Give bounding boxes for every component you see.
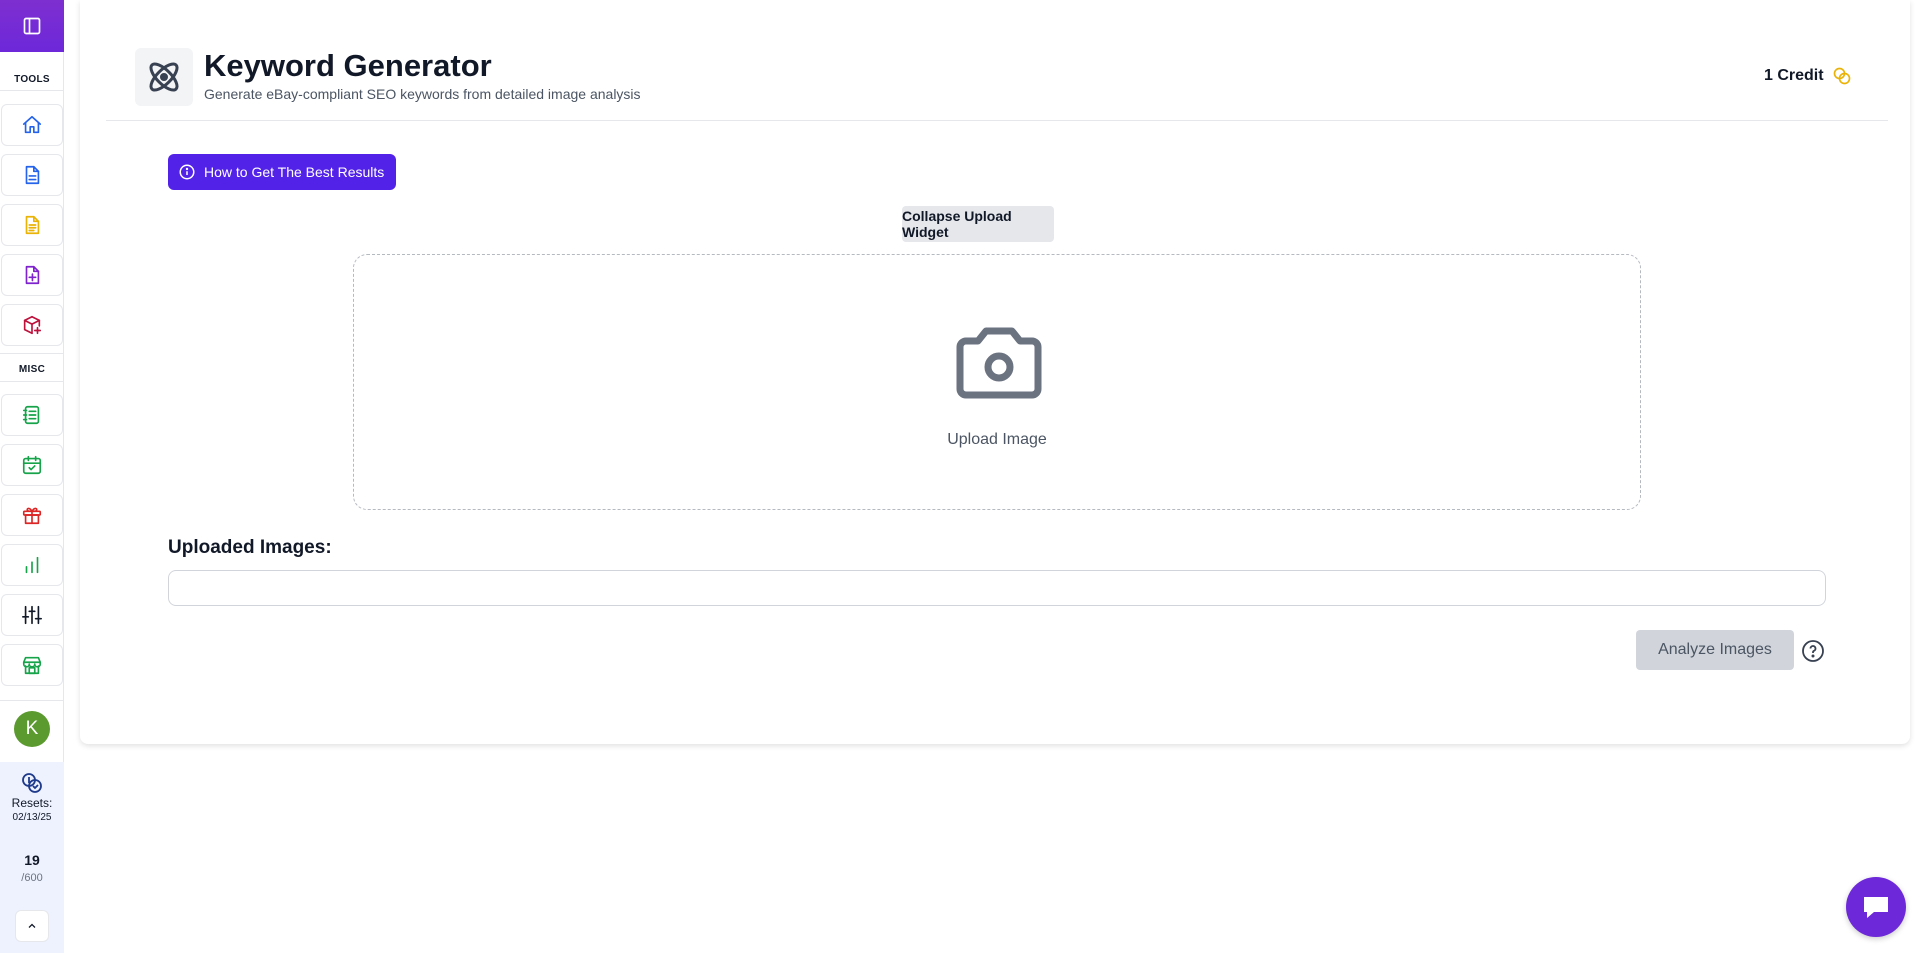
collapse-upload-button[interactable]: Collapse Upload Widget bbox=[902, 206, 1054, 242]
sidebar-divider bbox=[0, 90, 64, 91]
credits-badge[interactable]: 1 Credit bbox=[1764, 66, 1852, 86]
usage-total: /600 bbox=[21, 872, 43, 884]
sidebar-divider bbox=[0, 700, 64, 701]
sidebar-item-home[interactable] bbox=[1, 104, 63, 146]
sidebar-item-settings[interactable] bbox=[1, 594, 63, 636]
page-subtitle: Generate eBay-compliant SEO keywords fro… bbox=[204, 86, 641, 102]
upload-dropzone[interactable]: Upload Image bbox=[353, 254, 1641, 510]
home-icon bbox=[22, 115, 42, 134]
app-logo bbox=[135, 48, 193, 106]
sidebar-item-document-add[interactable] bbox=[1, 254, 63, 296]
sidebar-divider bbox=[0, 353, 64, 354]
store-icon bbox=[22, 656, 42, 675]
document-text-icon bbox=[25, 215, 40, 235]
sidebar-item-document-text[interactable] bbox=[1, 204, 63, 246]
help-icon[interactable] bbox=[1801, 639, 1825, 663]
user-avatar[interactable]: K bbox=[14, 711, 50, 747]
notebook-icon bbox=[22, 405, 40, 425]
chat-button[interactable] bbox=[1846, 877, 1906, 937]
document-add-icon bbox=[25, 265, 40, 285]
atom-icon bbox=[149, 62, 179, 92]
best-results-label: How to Get The Best Results bbox=[204, 164, 385, 180]
package-add-icon bbox=[23, 315, 42, 335]
sidebar-item-gift[interactable] bbox=[1, 494, 63, 536]
document-icon bbox=[25, 165, 40, 185]
credits-label: 1 Credit bbox=[1764, 67, 1824, 84]
sidebar-divider bbox=[0, 381, 64, 382]
info-icon bbox=[179, 164, 195, 180]
sliders-icon bbox=[22, 605, 42, 625]
sidebar-section-tools: TOOLS bbox=[14, 74, 50, 85]
bar-chart-icon bbox=[25, 556, 39, 574]
sidebar-item-calendar[interactable] bbox=[1, 444, 63, 486]
sidebar-item-package-add[interactable] bbox=[1, 304, 63, 346]
sidebar-toggle-button[interactable] bbox=[0, 0, 64, 52]
sidebar-item-store[interactable] bbox=[1, 644, 63, 686]
sidebar-toggle-icon bbox=[23, 17, 41, 35]
analyze-images-button[interactable]: Analyze Images bbox=[1636, 630, 1794, 670]
resets-date: 02/13/25 bbox=[12, 812, 52, 823]
camera-icon bbox=[956, 327, 1042, 399]
sidebar: TOOLS MISC K Resets: 02/13/25 19 /600 bbox=[0, 0, 64, 953]
page-title: Keyword Generator bbox=[204, 48, 492, 83]
best-results-button[interactable]: How to Get The Best Results bbox=[168, 154, 397, 190]
sidebar-item-notebook[interactable] bbox=[1, 394, 63, 436]
chat-icon bbox=[1864, 897, 1888, 918]
calendar-check-icon bbox=[22, 455, 42, 475]
sidebar-item-analytics[interactable] bbox=[1, 544, 63, 586]
uploaded-images-title: Uploaded Images: bbox=[168, 537, 332, 558]
sidebar-item-document[interactable] bbox=[1, 154, 63, 196]
header-divider bbox=[106, 120, 1888, 121]
coins-icon bbox=[1833, 67, 1850, 85]
gift-icon bbox=[22, 507, 42, 525]
uploaded-images-list bbox=[168, 570, 1826, 606]
coins-reset-icon bbox=[22, 773, 42, 793]
resets-label: Resets: bbox=[11, 796, 53, 810]
sidebar-section-misc: MISC bbox=[18, 364, 46, 375]
usage-used: 19 bbox=[24, 852, 40, 868]
scroll-up-button[interactable] bbox=[15, 910, 49, 942]
chevron-up-icon bbox=[28, 923, 36, 928]
upload-image-label: Upload Image bbox=[947, 431, 1047, 448]
